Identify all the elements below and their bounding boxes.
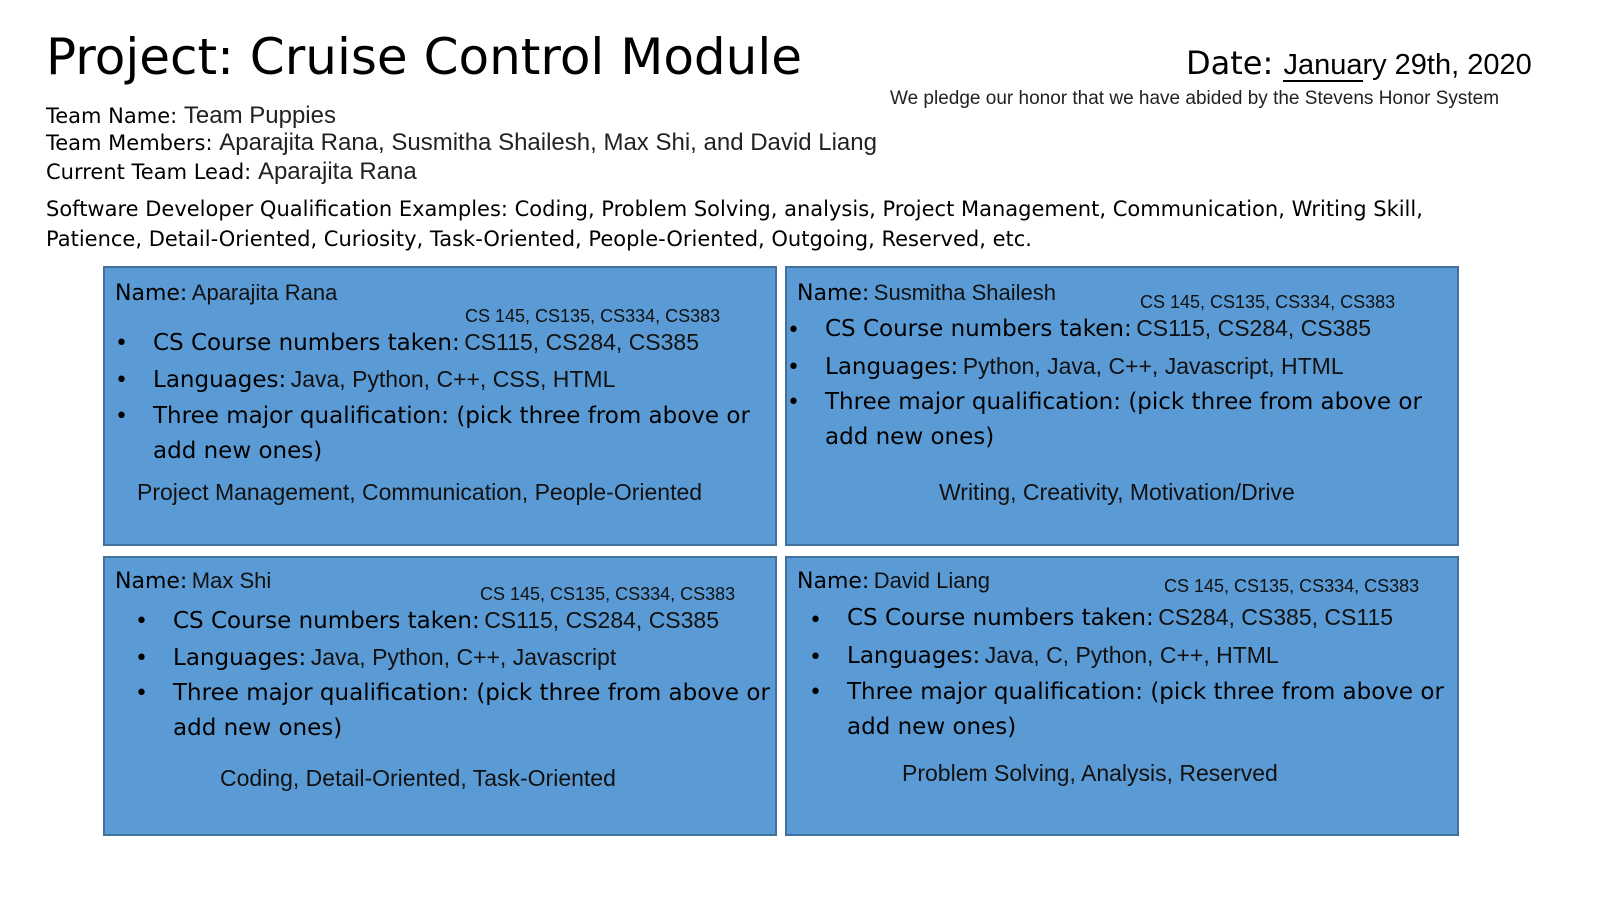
name-label: Name: <box>115 281 188 306</box>
team-members-label: Team Members: <box>46 131 220 155</box>
member-name: David Liang <box>873 568 990 593</box>
member-name-line: Name: Max Shi <box>115 568 271 594</box>
bullet: • <box>115 404 128 429</box>
courses-label: CS Course numbers taken: <box>173 608 480 634</box>
courses-label: CS Course numbers taken: <box>847 605 1154 631</box>
bullet: • <box>135 681 148 706</box>
qualification-prompt: Three major qualification: (pick three f… <box>825 389 1422 450</box>
date-underline <box>1283 80 1363 82</box>
team-lead-line: Current Team Lead: Aparajita Rana <box>46 160 417 184</box>
bullet: • <box>135 646 148 671</box>
member-name: Aparajita Rana <box>191 280 338 305</box>
qualification-prompt: Three major qualification: (pick three f… <box>153 403 750 464</box>
qualifications-value: Project Management, Communication, Peopl… <box>137 479 703 505</box>
bullet: • <box>115 368 128 393</box>
bullet: • <box>787 355 800 380</box>
languages-value: Java, Python, C++, Javascript <box>310 644 617 670</box>
bullet: • <box>809 645 822 670</box>
bullet: • <box>787 390 800 415</box>
languages-label: Languages: <box>153 367 287 393</box>
team-members-value: Aparajita Rana, Susmitha Shailesh, Max S… <box>219 129 877 156</box>
team-name-value: Team Puppies <box>183 102 336 129</box>
languages-line: Languages: Python, Java, C++, Javascript… <box>825 353 1344 380</box>
date: Date: January 29th, 2020 <box>1186 44 1532 82</box>
member-card: Name: David Liang CS 145, CS135, CS334, … <box>785 556 1459 836</box>
languages-value: Java, Python, C++, CSS, HTML <box>290 366 616 392</box>
courses-extra: CS 145, CS135, CS334, CS383 <box>1164 576 1420 596</box>
courses-extra: CS 145, CS135, CS334, CS383 <box>480 584 736 604</box>
team-name-line: Team Name: Team Puppies <box>46 104 336 128</box>
courses-line: CS Course numbers taken: CS284, CS385, C… <box>847 604 1393 631</box>
member-name-line: Name: Aparajita Rana <box>115 280 337 306</box>
team-name-label: Team Name: <box>46 104 184 128</box>
courses-value: CS284, CS385, CS115 <box>1158 604 1394 630</box>
bullet: • <box>135 609 148 634</box>
member-name: Susmitha Shailesh <box>873 280 1056 305</box>
courses-extra: CS 145, CS135, CS334, CS383 <box>1140 292 1396 312</box>
member-name-line: Name: David Liang <box>797 568 990 594</box>
team-lead-value: Aparajita Rana <box>257 158 417 185</box>
bullet: • <box>809 680 822 705</box>
name-label: Name: <box>115 569 188 594</box>
languages-label: Languages: <box>825 354 959 380</box>
member-card: Name: Max Shi CS 145, CS135, CS334, CS38… <box>103 556 777 836</box>
team-lead-label: Current Team Lead: <box>46 160 258 184</box>
courses-extra: CS 145, CS135, CS334, CS383 <box>465 306 721 326</box>
languages-value: Java, C, Python, C++, HTML <box>984 642 1279 668</box>
qualification-examples: Software Developer Qualification Example… <box>46 197 1423 251</box>
name-label: Name: <box>797 281 870 306</box>
courses-label: CS Course numbers taken: <box>825 316 1132 342</box>
languages-line: Languages: Java, Python, C++, Javascript <box>173 644 616 671</box>
courses-line: CS Course numbers taken: CS115, CS284, C… <box>825 315 1371 342</box>
member-name-line: Name: Susmitha Shailesh <box>797 280 1056 306</box>
bullet: • <box>809 608 822 633</box>
qualifications-value: Writing, Creativity, Motivation/Drive <box>939 479 1295 505</box>
courses-label: CS Course numbers taken: <box>153 330 460 356</box>
qualifications-value: Coding, Detail-Oriented, Task-Oriented <box>220 765 616 791</box>
languages-label: Languages: <box>173 645 307 671</box>
page-title: Project: Cruise Control Module <box>46 28 803 86</box>
bullet: • <box>787 318 800 343</box>
qualifications-value: Problem Solving, Analysis, Reserved <box>902 760 1278 786</box>
courses-value: CS115, CS284, CS385 <box>464 329 700 355</box>
courses-line: CS Course numbers taken: CS115, CS284, C… <box>173 607 719 634</box>
name-label: Name: <box>797 569 870 594</box>
languages-line: Languages: Java, C, Python, C++, HTML <box>847 642 1279 669</box>
courses-line: CS Course numbers taken: CS115, CS284, C… <box>153 329 699 356</box>
member-name: Max Shi <box>191 568 272 593</box>
date-label: Date: <box>1186 44 1284 82</box>
bullet: • <box>115 331 128 356</box>
member-card: Name: Aparajita Rana CS 145, CS135, CS33… <box>103 266 777 546</box>
languages-line: Languages: Java, Python, C++, CSS, HTML <box>153 366 615 393</box>
qualification-prompt: Three major qualification: (pick three f… <box>847 679 1444 740</box>
courses-value: CS115, CS284, CS385 <box>484 607 720 633</box>
languages-value: Python, Java, C++, Javascript, HTML <box>962 353 1344 379</box>
languages-label: Languages: <box>847 643 981 669</box>
honor-pledge: We pledge our honor that we have abided … <box>890 88 1500 109</box>
team-members-line: Team Members: Aparajita Rana, Susmitha S… <box>46 131 877 155</box>
date-value: January 29th, 2020 <box>1283 49 1532 81</box>
qualification-prompt: Three major qualification: (pick three f… <box>173 680 770 741</box>
member-card: Name: Susmitha Shailesh CS 145, CS135, C… <box>785 266 1459 546</box>
courses-value: CS115, CS284, CS385 <box>1136 315 1372 341</box>
